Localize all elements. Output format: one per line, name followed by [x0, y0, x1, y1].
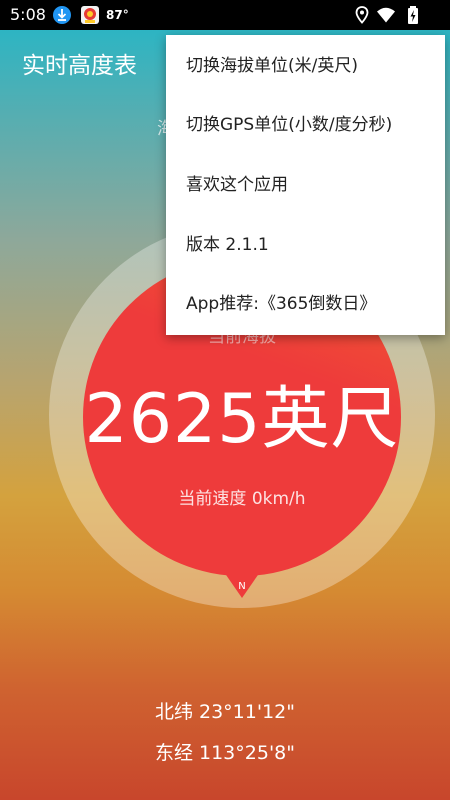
- download-icon: [52, 5, 72, 25]
- status-bar: 5:08 87°: [0, 0, 450, 30]
- current-speed-text: 当前速度 0km/h: [178, 489, 306, 509]
- app-title: 实时高度表: [22, 53, 137, 79]
- altitude-value: 2625英尺: [84, 380, 400, 459]
- app-notification-icon: [80, 5, 100, 25]
- menu-item-toggle-gps-unit[interactable]: 切换GPS单位(小数/度分秒): [166, 96, 445, 154]
- overflow-menu: 切换海拔单位(米/英尺) 切换GPS单位(小数/度分秒) 喜欢这个应用 版本 2…: [166, 35, 445, 335]
- latitude-text: 北纬 23°11'12": [154, 701, 296, 723]
- battery-icon: [403, 5, 423, 25]
- menu-item-app-recommendation[interactable]: App推荐:《365倒数日》: [166, 275, 445, 333]
- location-icon: [352, 5, 372, 25]
- north-indicator: N: [222, 570, 262, 600]
- status-time: 5:08: [10, 5, 46, 24]
- altitude-app-screen: 5:08 87° 实时高度表 当前海拔 2625英尺 当前速度 0km/h N …: [0, 0, 450, 800]
- longitude-text: 东经 113°25'8": [154, 742, 296, 764]
- menu-item-like-app[interactable]: 喜欢这个应用: [166, 156, 445, 214]
- menu-item-version[interactable]: 版本 2.1.1: [166, 216, 445, 274]
- menu-item-toggle-altitude-unit[interactable]: 切换海拔单位(米/英尺): [166, 37, 445, 95]
- wifi-icon: [376, 5, 396, 25]
- temperature-text: 87°: [106, 8, 129, 22]
- north-letter: N: [238, 581, 246, 592]
